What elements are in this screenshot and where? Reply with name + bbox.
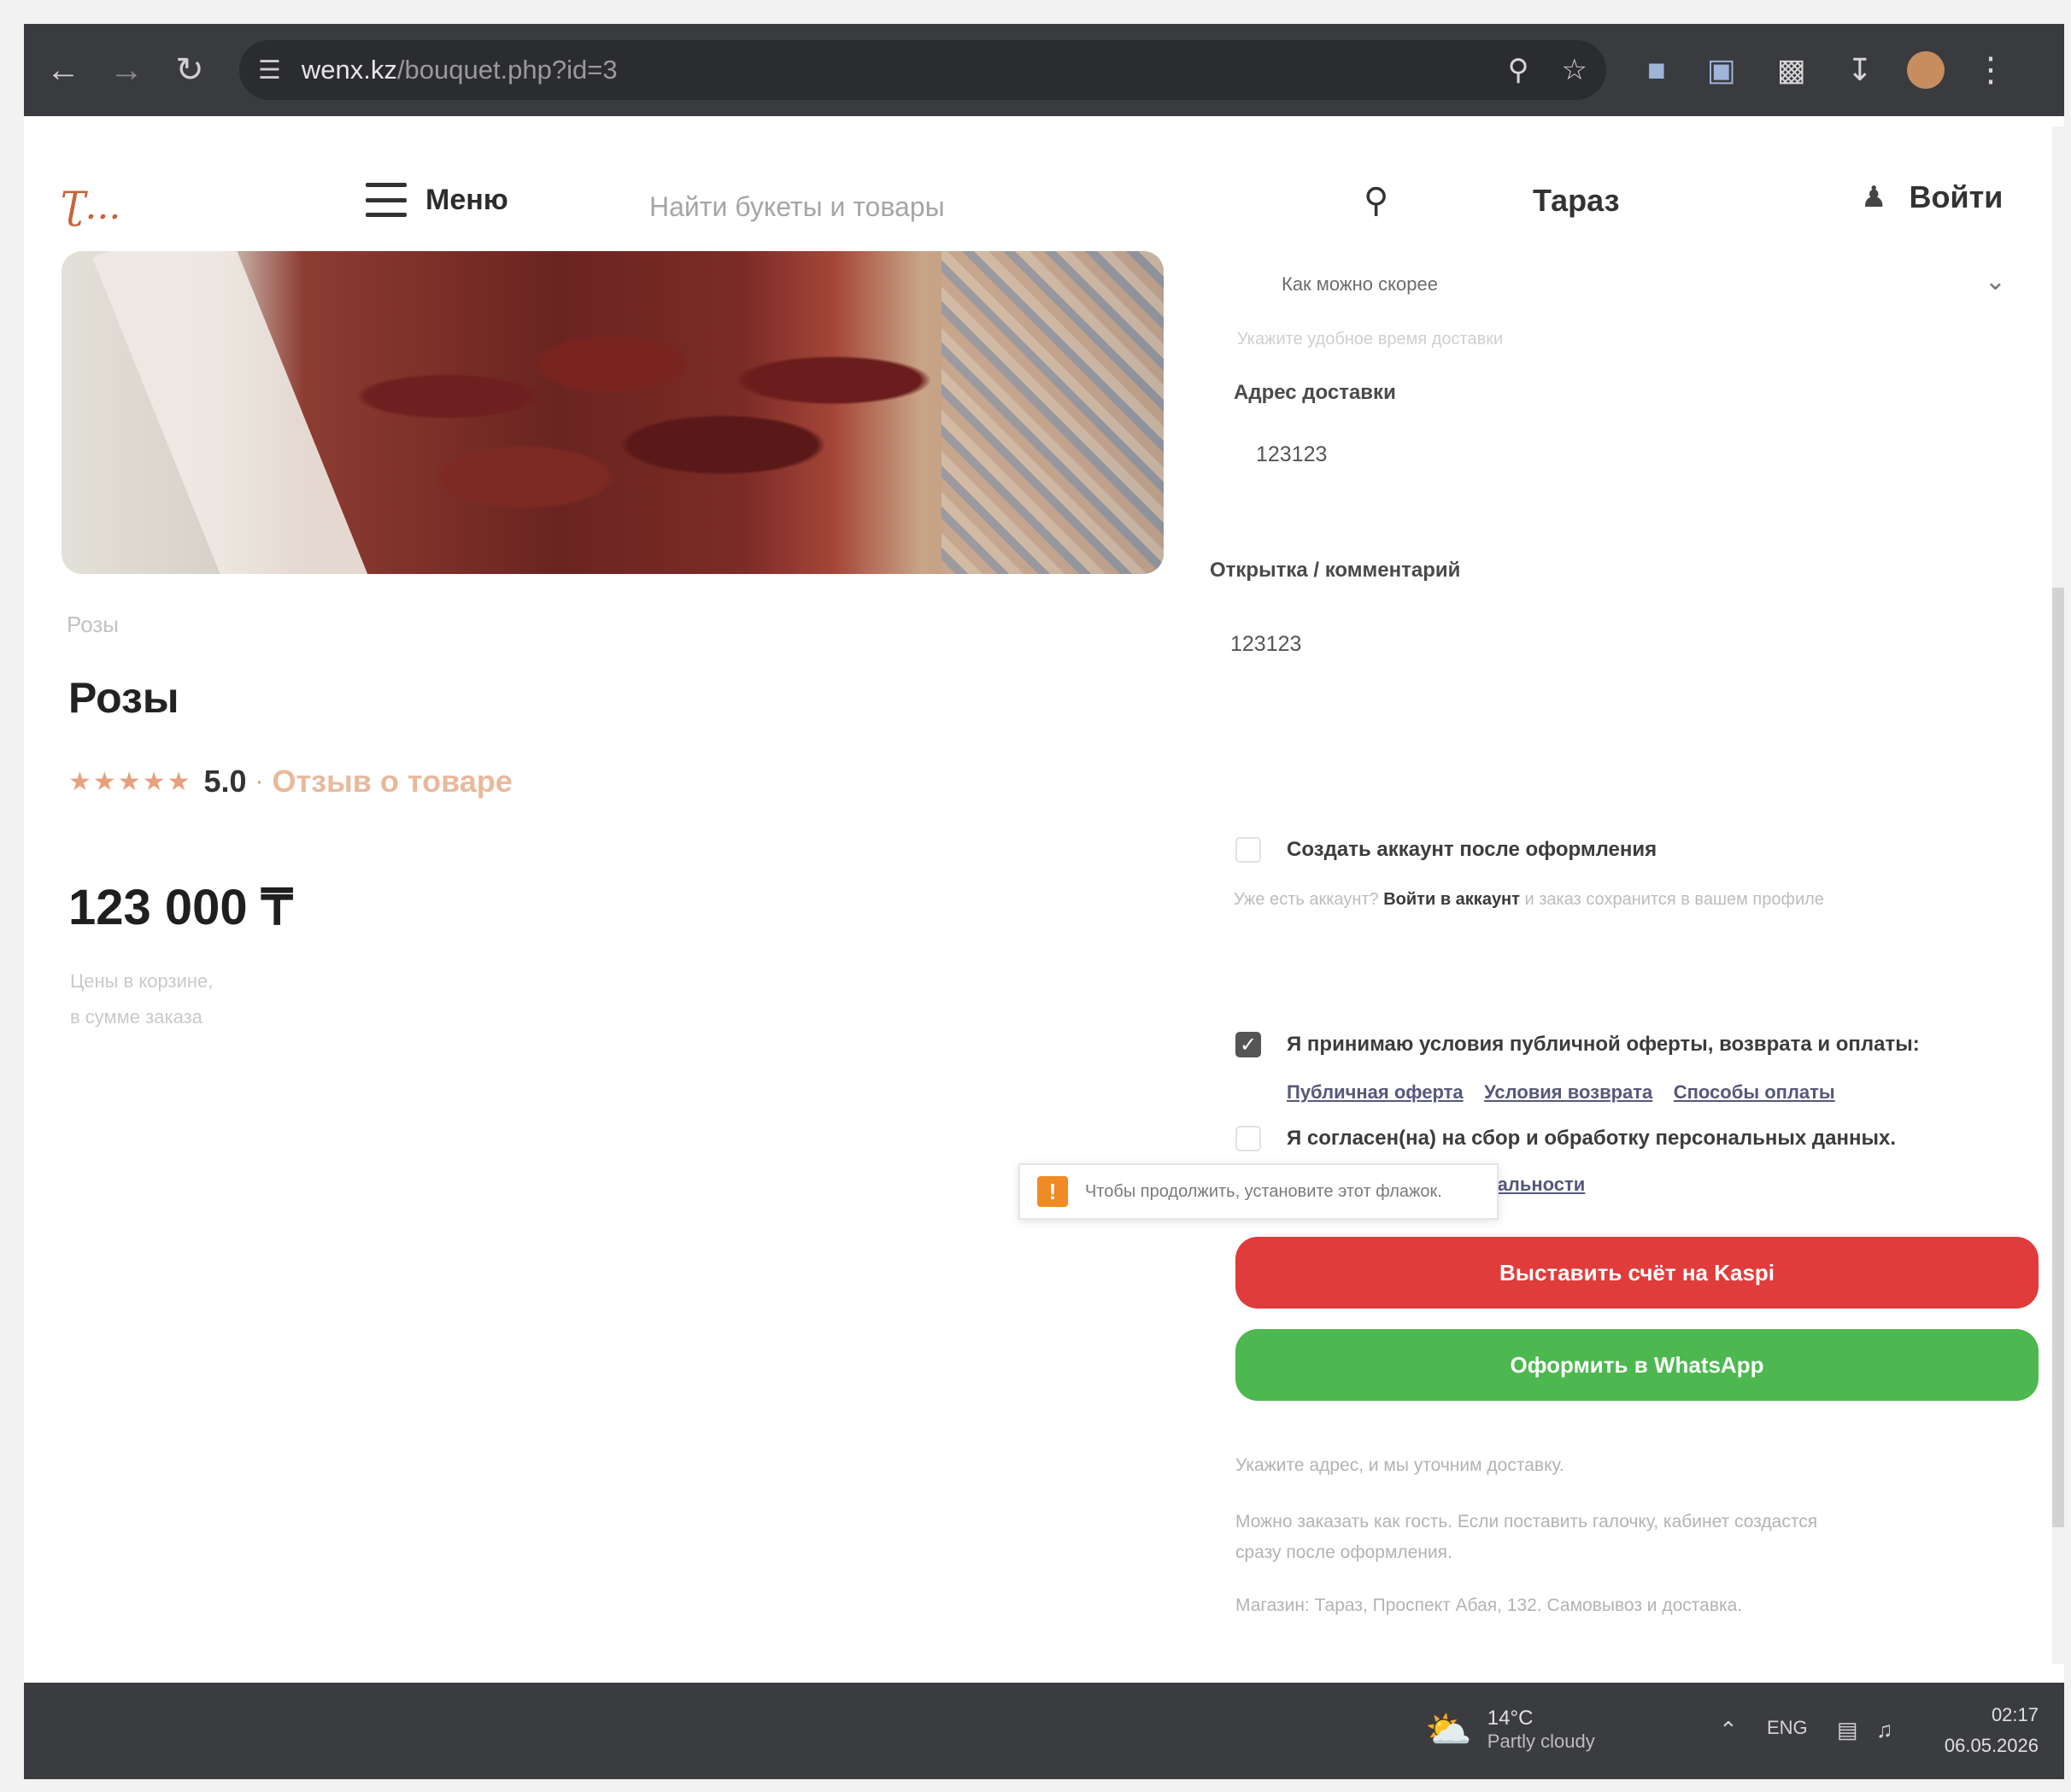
search-icon[interactable]: ⚲ bbox=[1364, 181, 1388, 220]
account-login-link[interactable]: Войти в аккаунт bbox=[1383, 890, 1520, 909]
footnote-guest-2: сразу после оформления. bbox=[1235, 1543, 1452, 1562]
warning-icon: ! bbox=[1037, 1176, 1068, 1207]
zoom-icon[interactable]: ⚲ bbox=[1508, 53, 1529, 87]
consent-checkbox[interactable] bbox=[1235, 1126, 1261, 1151]
create-account-row[interactable]: Создать аккаунт после оформления bbox=[1235, 837, 1657, 863]
return-policy-link[interactable]: Условия возврата bbox=[1484, 1081, 1652, 1103]
kaspi-invoice-button[interactable]: Выставить счёт на Kaspi bbox=[1235, 1237, 2039, 1309]
partly-cloudy-icon: ⛅ bbox=[1425, 1709, 1472, 1751]
create-account-checkbox[interactable] bbox=[1235, 837, 1261, 863]
volume-icon[interactable]: ♫ bbox=[1876, 1717, 1893, 1743]
delivery-time-value: Как можно скорее bbox=[1282, 273, 1438, 295]
reviews-link[interactable]: Отзыв о товаре bbox=[273, 764, 513, 799]
product-image bbox=[62, 251, 1164, 574]
bookmark-star-icon[interactable]: ☆ bbox=[1562, 53, 1587, 87]
product-title: Розы bbox=[68, 674, 179, 722]
footnote-store: Магазин: Тараз, Проспект Абая, 132. Само… bbox=[1235, 1596, 1743, 1615]
accept-offer-label: Я принимаю условия публичной оферты, воз… bbox=[1287, 1033, 1920, 1056]
city-selector[interactable]: Тараз bbox=[1533, 183, 1619, 219]
delivery-time-select[interactable]: Как можно скорее ⌄ bbox=[1237, 255, 2023, 314]
hamburger-icon bbox=[366, 183, 407, 217]
address-field[interactable]: 123123 bbox=[1256, 442, 1327, 467]
search-input[interactable] bbox=[648, 184, 1386, 229]
rating-row: ★★★★★ 5.0 · Отзыв о товаре bbox=[68, 764, 513, 799]
download-icon[interactable]: ↧ bbox=[1847, 52, 1873, 88]
rating-separator: · bbox=[255, 767, 264, 795]
site-header: Ʈ... Меню ⚲ Тараз ♟ Войти bbox=[24, 116, 2064, 253]
url-host: wenx.kz bbox=[301, 55, 397, 85]
extension-screenshot-icon[interactable]: ▣ bbox=[1707, 52, 1736, 88]
account-hint: Уже есть аккаунт? Войти в аккаунт и зака… bbox=[1234, 890, 1824, 910]
delivery-time-hint: Укажите удобное время доставки bbox=[1237, 330, 1504, 348]
consent-row[interactable]: Я согласен(на) на сбор и обработку персо… bbox=[1235, 1126, 1896, 1151]
site-logo[interactable]: Ʈ... bbox=[60, 184, 120, 228]
breadcrumb[interactable]: Розы bbox=[67, 612, 119, 638]
card-comment-label: Открытка / комментарий bbox=[1210, 559, 1461, 582]
extension-icon[interactable]: ■ bbox=[1647, 52, 1666, 88]
weather-desc: Partly cloudy bbox=[1487, 1731, 1595, 1752]
clock-time: 02:17 bbox=[1991, 1704, 2039, 1725]
reload-icon[interactable]: ↻ bbox=[166, 46, 214, 94]
accept-offer-checkbox[interactable]: ✓ bbox=[1235, 1032, 1261, 1057]
address-label: Адрес доставки bbox=[1234, 381, 1396, 404]
menu-label: Меню bbox=[425, 183, 508, 216]
rating-stars-icon: ★★★★★ bbox=[68, 767, 192, 796]
profile-avatar[interactable] bbox=[1906, 51, 1945, 89]
card-comment-field[interactable]: 123123 bbox=[1230, 632, 1301, 657]
price-note-2: в сумме заказа bbox=[70, 1006, 202, 1028]
whatsapp-order-button[interactable]: Оформить в WhatsApp bbox=[1235, 1329, 2039, 1401]
account-hint-prefix: Уже есть аккаунт? bbox=[1234, 890, 1379, 909]
consent-label: Я согласен(на) на сбор и обработку персо… bbox=[1287, 1127, 1896, 1150]
network-icon[interactable]: ▤ bbox=[1837, 1717, 1858, 1743]
rating-value: 5.0 bbox=[203, 764, 247, 799]
menu-button[interactable]: Меню bbox=[366, 183, 508, 217]
account-hint-suffix: и заказ сохранится в вашем профиле bbox=[1524, 890, 1824, 909]
screen: ← → ↻ ☰ wenx.kz/bouquet.php?id=3 ⚲ ☆ ■ ▣… bbox=[24, 24, 2064, 1779]
login-button[interactable]: ♟ Войти bbox=[1861, 179, 2003, 215]
language-indicator[interactable]: ENG bbox=[1767, 1717, 1808, 1739]
browser-toolbar: ← → ↻ ☰ wenx.kz/bouquet.php?id=3 ⚲ ☆ ■ ▣… bbox=[24, 24, 2064, 116]
image-background-rug bbox=[942, 251, 1164, 574]
offer-links: Публичная оферта Условия возврата Способ… bbox=[1287, 1081, 1852, 1104]
url-text: wenx.kz/bouquet.php?id=3 bbox=[302, 55, 1476, 85]
extensions-puzzle-icon[interactable]: ▩ bbox=[1777, 52, 1806, 88]
browser-menu-icon[interactable]: ⋮ bbox=[1974, 50, 2008, 90]
footnote-address: Укажите адрес, и мы уточним доставку. bbox=[1235, 1455, 1564, 1475]
accept-offer-row[interactable]: ✓ Я принимаю условия публичной оферты, в… bbox=[1235, 1032, 1920, 1057]
validation-tooltip: ! Чтобы продолжить, установите этот флаж… bbox=[1018, 1163, 1499, 1220]
address-bar[interactable]: ☰ wenx.kz/bouquet.php?id=3 ⚲ ☆ bbox=[239, 40, 1606, 100]
price-note-1: Цены в корзине, bbox=[70, 970, 214, 992]
chevron-down-icon: ⌄ bbox=[1984, 267, 2006, 296]
tooltip-text: Чтобы продолжить, установите этот флажок… bbox=[1085, 1181, 1442, 1201]
scrollbar-thumb[interactable] bbox=[2052, 588, 2064, 1527]
back-arrow-icon[interactable]: ← bbox=[39, 46, 87, 94]
footnote-guest-1: Можно заказать как гость. Если поставить… bbox=[1235, 1512, 1818, 1531]
page-scrollbar[interactable] bbox=[2052, 126, 2064, 1664]
weather-widget[interactable]: ⛅ 14°C Partly cloudy bbox=[1425, 1707, 1595, 1753]
forward-arrow-icon[interactable]: → bbox=[103, 46, 150, 94]
public-offer-link[interactable]: Публичная оферта bbox=[1287, 1081, 1464, 1103]
os-taskbar: ⛅ 14°C Partly cloudy ⌃ ENG ▤ ♫ 02:17 06.… bbox=[24, 1683, 2064, 1779]
user-icon: ♟ bbox=[1861, 181, 1887, 214]
weather-temp: 14°C bbox=[1487, 1707, 1534, 1730]
url-path: /bouquet.php?id=3 bbox=[396, 55, 618, 85]
tray-chevron-up-icon[interactable]: ⌃ bbox=[1719, 1717, 1738, 1743]
clock-date: 06.05.2026 bbox=[1944, 1735, 2039, 1756]
product-price: 123 000 ₸ bbox=[68, 880, 293, 935]
create-account-label: Создать аккаунт после оформления bbox=[1287, 838, 1657, 861]
payment-methods-link[interactable]: Способы оплаты bbox=[1674, 1081, 1835, 1103]
system-clock[interactable]: 02:17 06.05.2026 bbox=[1945, 1700, 2039, 1761]
image-wrapping-paper bbox=[91, 251, 373, 574]
site-settings-icon[interactable]: ☰ bbox=[258, 56, 281, 85]
login-label: Войти bbox=[1909, 179, 2004, 214]
